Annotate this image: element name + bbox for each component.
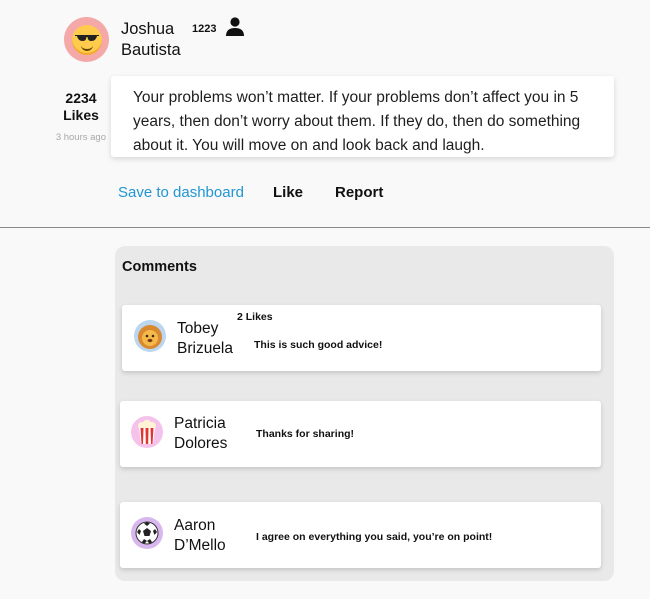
- author-name[interactable]: Joshua Bautista: [121, 19, 191, 61]
- comment-text: I agree on everything you said, you’re o…: [256, 531, 493, 543]
- popcorn-icon: [131, 416, 163, 448]
- comment-item: Aaron D’Mello I agree on everything you …: [120, 502, 601, 568]
- comment-author[interactable]: Patricia Dolores: [174, 414, 244, 454]
- post-timestamp: 3 hours ago: [55, 132, 106, 143]
- author-avatar[interactable]: [64, 17, 109, 62]
- lion-icon: [134, 320, 166, 352]
- comment-text: Thanks for sharing!: [256, 428, 355, 440]
- post-likes-count: 2234 Likes: [63, 90, 99, 123]
- post-text: Your problems won’t matter. If your prob…: [133, 89, 581, 154]
- person-icon[interactable]: [226, 17, 244, 36]
- follower-count: 1223: [192, 23, 217, 35]
- post-body: Your problems won’t matter. If your prob…: [111, 76, 614, 157]
- save-to-dashboard-button[interactable]: Save to dashboard: [118, 184, 244, 201]
- like-button[interactable]: Like: [273, 184, 303, 201]
- comment-author[interactable]: Aaron D’Mello: [174, 516, 244, 556]
- comment-item: Tobey Brizuela 2 Likes This is such good…: [122, 305, 601, 371]
- comment-item: Patricia Dolores Thanks for sharing!: [120, 401, 601, 467]
- report-button[interactable]: Report: [335, 184, 383, 201]
- comment-author[interactable]: Tobey Brizuela: [177, 319, 247, 359]
- soccer-ball-icon: [131, 517, 163, 549]
- comment-text: This is such good advice!: [254, 339, 383, 351]
- divider: [0, 227, 650, 228]
- post-page: Joshua Bautista 1223 2234 Likes 3 hours …: [0, 0, 650, 599]
- comment-likes: 2 Likes: [237, 311, 273, 323]
- sunglasses-face-icon: [71, 24, 102, 55]
- comments-panel: Comments Tobey Brizuela 2 Likes This is …: [115, 246, 614, 581]
- comments-title: Comments: [122, 259, 197, 275]
